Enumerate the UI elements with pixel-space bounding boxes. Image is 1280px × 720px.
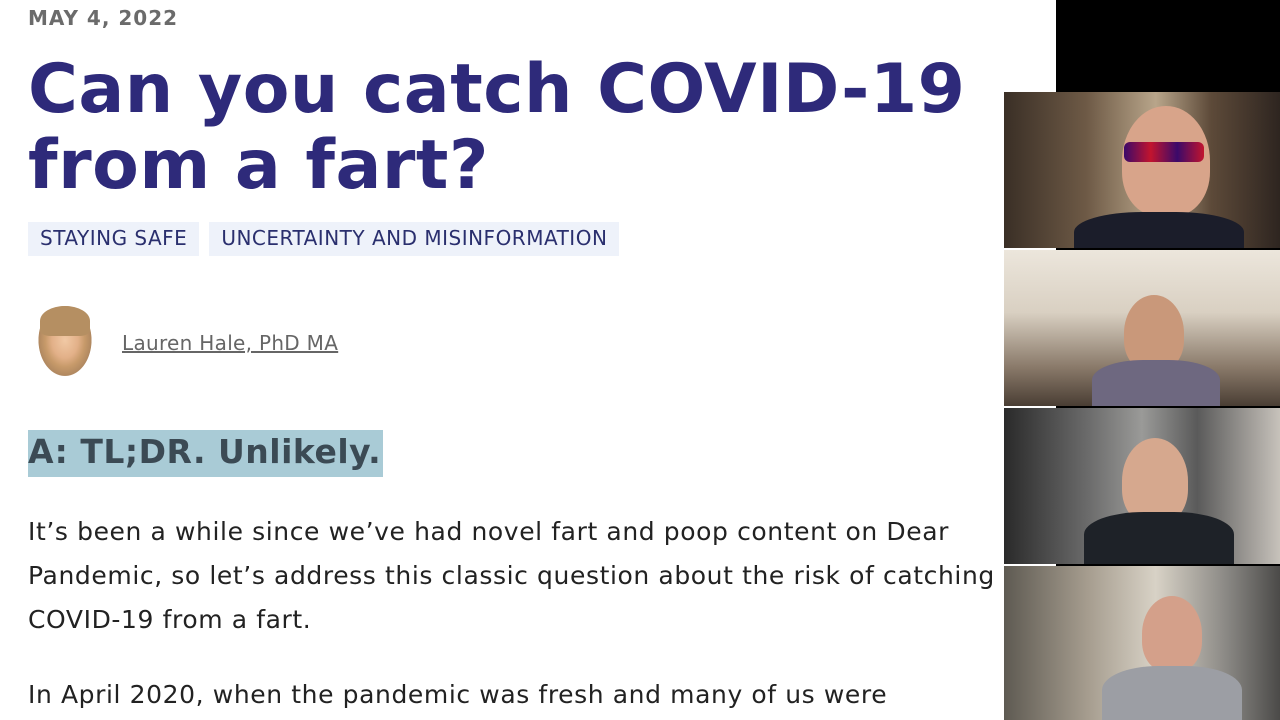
participant-shirt	[1092, 360, 1220, 406]
glasses	[1124, 142, 1204, 162]
author-link[interactable]: Lauren Hale, PhD MA	[122, 331, 338, 355]
video-tile-participant-1[interactable]	[1004, 92, 1280, 248]
participant-face	[1142, 596, 1202, 672]
participant-shirt	[1102, 666, 1242, 720]
participant-shirt	[1084, 512, 1234, 564]
article-page: MAY 4, 2022 Can you catch COVID-19 from …	[0, 0, 1056, 720]
tag-list: STAYING SAFE UNCERTAINTY AND MISINFORMAT…	[28, 222, 620, 256]
article-date: MAY 4, 2022	[28, 6, 179, 30]
video-tile-participant-3[interactable]	[1004, 408, 1280, 564]
article-paragraph: It’s been a while since we’ve had novel …	[28, 517, 995, 634]
author-avatar[interactable]	[34, 306, 96, 382]
participant-shirt	[1074, 212, 1244, 248]
tag-staying-safe[interactable]: STAYING SAFE	[28, 222, 200, 256]
tag-uncertainty-misinformation[interactable]: UNCERTAINTY AND MISINFORMATION	[209, 222, 620, 256]
video-tile-participant-2[interactable]	[1004, 250, 1280, 406]
article-title: Can you catch COVID-19 from a fart?	[28, 50, 966, 205]
article-paragraph: In April 2020, when the pandemic was fre…	[28, 680, 888, 709]
answer-highlight: A: TL;DR. Unlikely.	[28, 430, 384, 477]
video-tile-participant-4[interactable]	[1004, 566, 1280, 720]
